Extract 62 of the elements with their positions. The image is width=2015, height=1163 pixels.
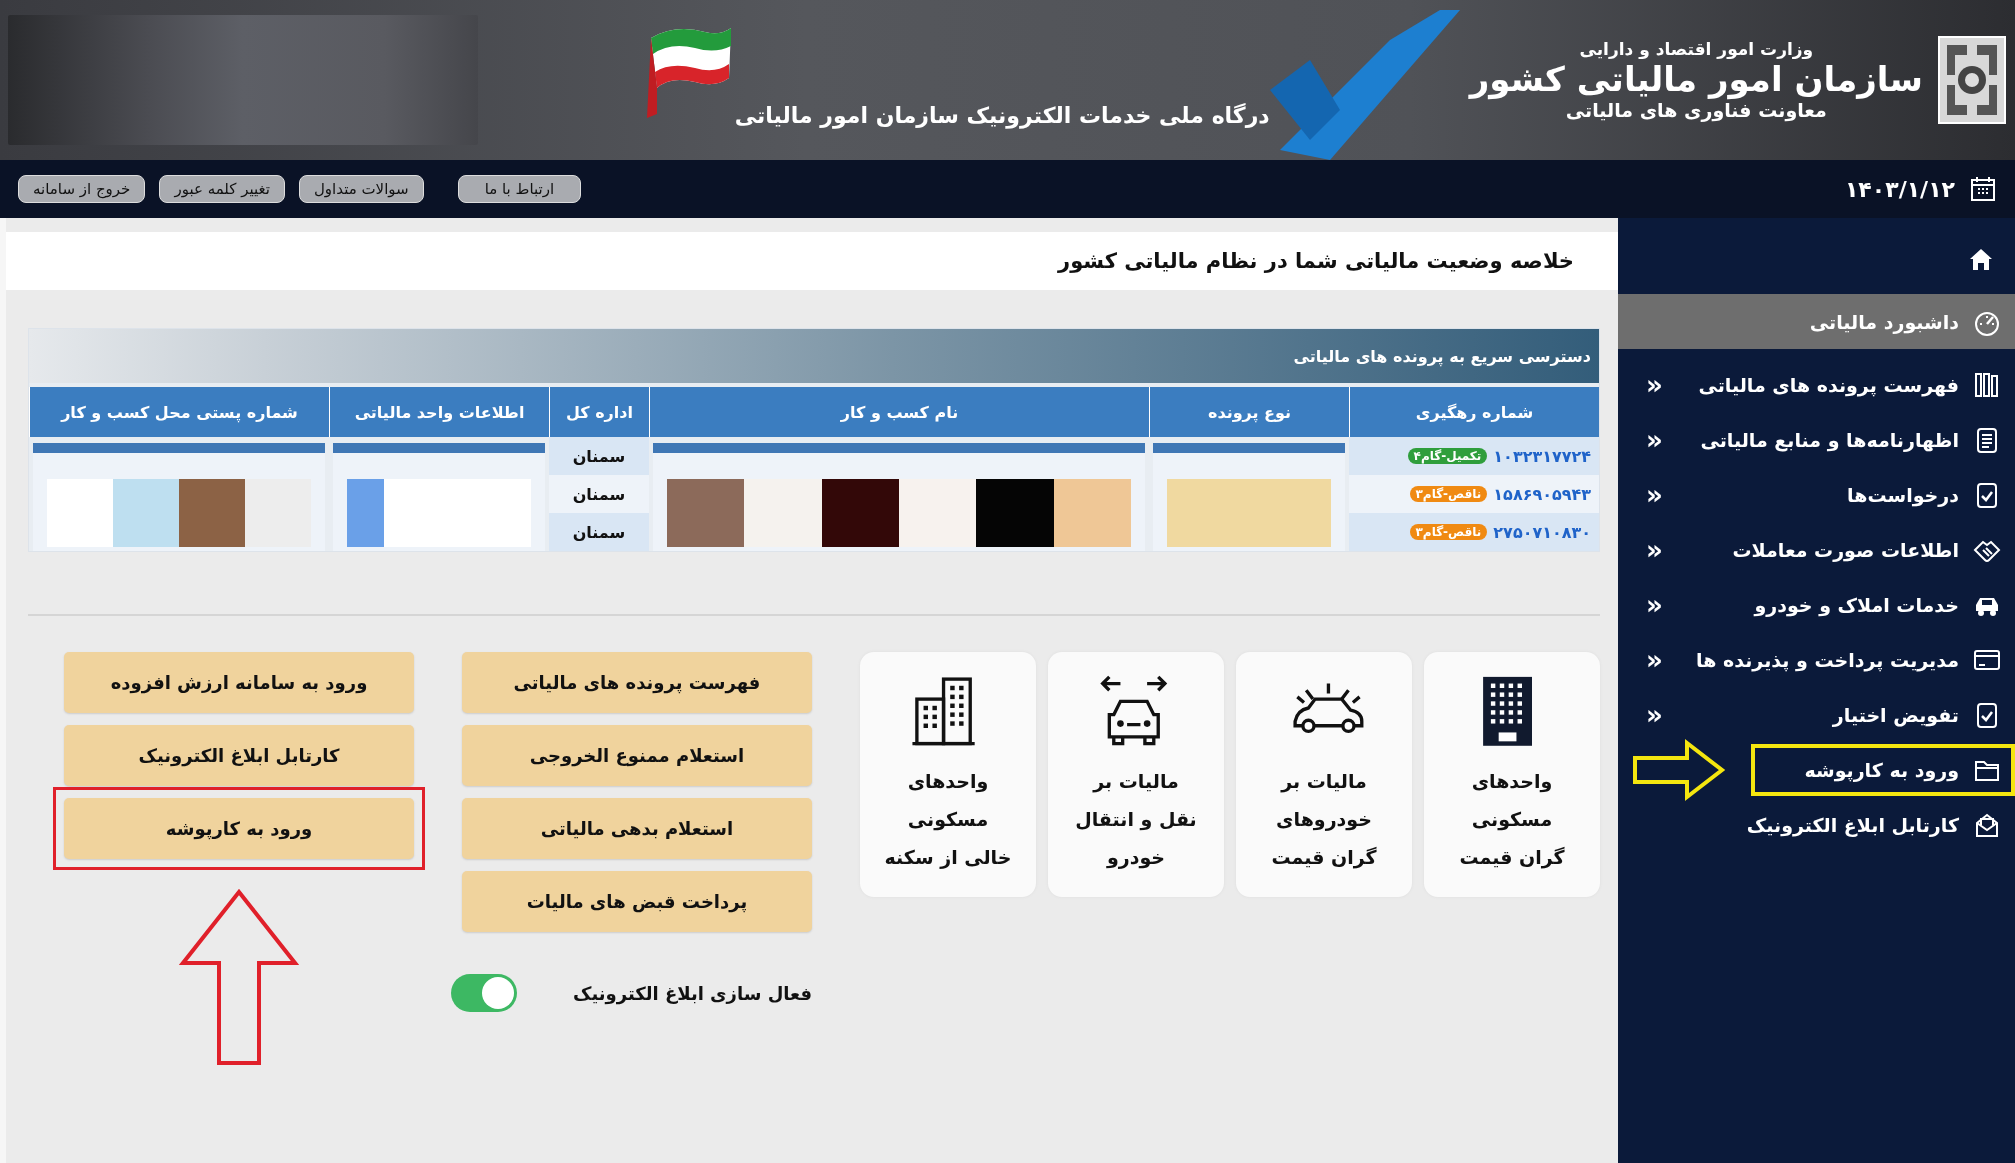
service-button[interactable]: پرداخت قبض های مالیات	[462, 871, 812, 932]
service-button[interactable]: استعلام بدهی مالیاتی	[462, 798, 812, 859]
toggle-switch[interactable]	[451, 974, 517, 1012]
ministry-name: وزارت امور اقتصاد و دارایی	[1579, 38, 1814, 59]
organization-name: سازمان امور مالیاتی کشور	[1469, 58, 1923, 100]
tracking-number-link[interactable]: ۱۰۳۲۳۱۷۷۲۴	[1493, 446, 1591, 466]
sidebar-item[interactable]: اظهارنامه‌ها و منابع مالیاتی «	[1618, 412, 2015, 467]
chevron-icon[interactable]: «	[1646, 534, 1663, 565]
sidebar-item[interactable]: کارتابل ابلاغ الکترونیک	[1618, 797, 2015, 852]
up-arrow-icon	[179, 888, 299, 1068]
header-link-button[interactable]: سوالات متداول	[298, 175, 424, 203]
service-tile[interactable]: واحدهای مسکونی خالی از سکنه	[860, 652, 1036, 897]
sidebar-item[interactable]: خدمات املاک و خودرو «	[1618, 577, 2015, 632]
tracking-number-link[interactable]: ۱۵۸۶۹۰۵۹۴۳	[1493, 484, 1591, 504]
column-header: شماره رهگیری	[1349, 387, 1599, 437]
header-link-button[interactable]: تغییر کلمه عبور	[159, 175, 285, 203]
portal-title: درگاه ملی خدمات الکترونیک سازمان امور مالیاتی	[734, 102, 1270, 128]
service-tile[interactable]: مالیات بر خودروهای گران قیمت	[1236, 652, 1412, 897]
emblem-icon	[1937, 35, 2007, 125]
column-header: نوع پرونده	[1149, 387, 1349, 437]
header-link-button[interactable]: ارتباط با ما	[457, 175, 582, 203]
chevron-icon[interactable]: «	[1646, 644, 1663, 675]
service-button[interactable]: ورود به سامانه ارزش افزوده	[64, 652, 414, 713]
table-cell: سمنان	[549, 513, 649, 551]
sidebar-item[interactable]: ورود به کارپوشه	[1618, 742, 2015, 797]
chevron-icon[interactable]: «	[1646, 589, 1663, 620]
service-button[interactable]: ورود به کارپوشه	[64, 798, 414, 859]
binders-icon	[1973, 370, 2001, 399]
deputy-name: معاونت فناوری های مالیاتی	[1565, 99, 1827, 122]
tracking-number-link[interactable]: ۲۷۵۰۷۱۰۸۳۰	[1493, 522, 1591, 542]
table-cell: سمنان	[549, 475, 649, 513]
service-button[interactable]: استعلام ممنوع الخروجی	[462, 725, 812, 786]
service-tile[interactable]: مالیات بر نقل و انتقال خودرو	[1048, 652, 1224, 897]
date-label: ۱۴۰۳/۱/۱۲	[1844, 176, 1955, 202]
column-header: شماره پستی محل کسب و کار	[29, 387, 329, 437]
sidebar-item[interactable]: داشبورد مالیاتی	[1618, 294, 2015, 349]
highlight-frame: ورود به کارپوشه	[1751, 743, 2015, 796]
status-badge: ناقص-گام۳	[1409, 524, 1488, 540]
sidebar-item[interactable]: تفویض اختیار «	[1618, 687, 2015, 742]
header-link-button[interactable]: خروج از سامانه	[18, 175, 146, 203]
column-header: اداره کل	[549, 387, 649, 437]
service-tile[interactable]: واحدهای مسکونی گران قیمت	[1424, 652, 1600, 897]
sidebar-item[interactable]: مدیریت پرداخت و پذیرنده ها «	[1618, 632, 2015, 687]
chevron-icon[interactable]: «	[1646, 424, 1663, 455]
calendar-icon	[1969, 175, 1997, 203]
toggle-label: فعال سازی ابلاغ الکترونیک	[573, 982, 812, 1004]
panel-title: دسترسی سریع به پرونده های مالیاتی	[29, 329, 1599, 383]
service-button[interactable]: کارتابل ابلاغ الکترونیک	[64, 725, 414, 786]
sidebar-item[interactable]: درخواست‌ها «	[1618, 467, 2015, 522]
column-header: نام کسب و کار	[649, 387, 1149, 437]
column-header: اطلاعات واحد مالیاتی	[329, 387, 549, 437]
sidebar-item[interactable]: فهرست پرونده های مالیاتی «	[1618, 357, 2015, 412]
sidebar-item[interactable]: اطلاعات صورت معاملات «	[1618, 522, 2015, 577]
page-title: خلاصه وضعیت مالیاتی شما در نظام مالیاتی کشور	[6, 232, 1618, 290]
status-badge: تکمیل-گام۴	[1407, 448, 1488, 464]
chevron-icon[interactable]: «	[1646, 479, 1663, 510]
chevron-icon[interactable]: «	[1646, 699, 1663, 730]
service-button[interactable]: فهرست پرونده های مالیاتی	[462, 652, 812, 713]
chevron-icon[interactable]: «	[1646, 369, 1663, 400]
pointing-arrow-icon	[1632, 738, 1726, 802]
table-cell: سمنان	[549, 437, 649, 475]
status-badge: ناقص-گام۳	[1409, 486, 1488, 502]
